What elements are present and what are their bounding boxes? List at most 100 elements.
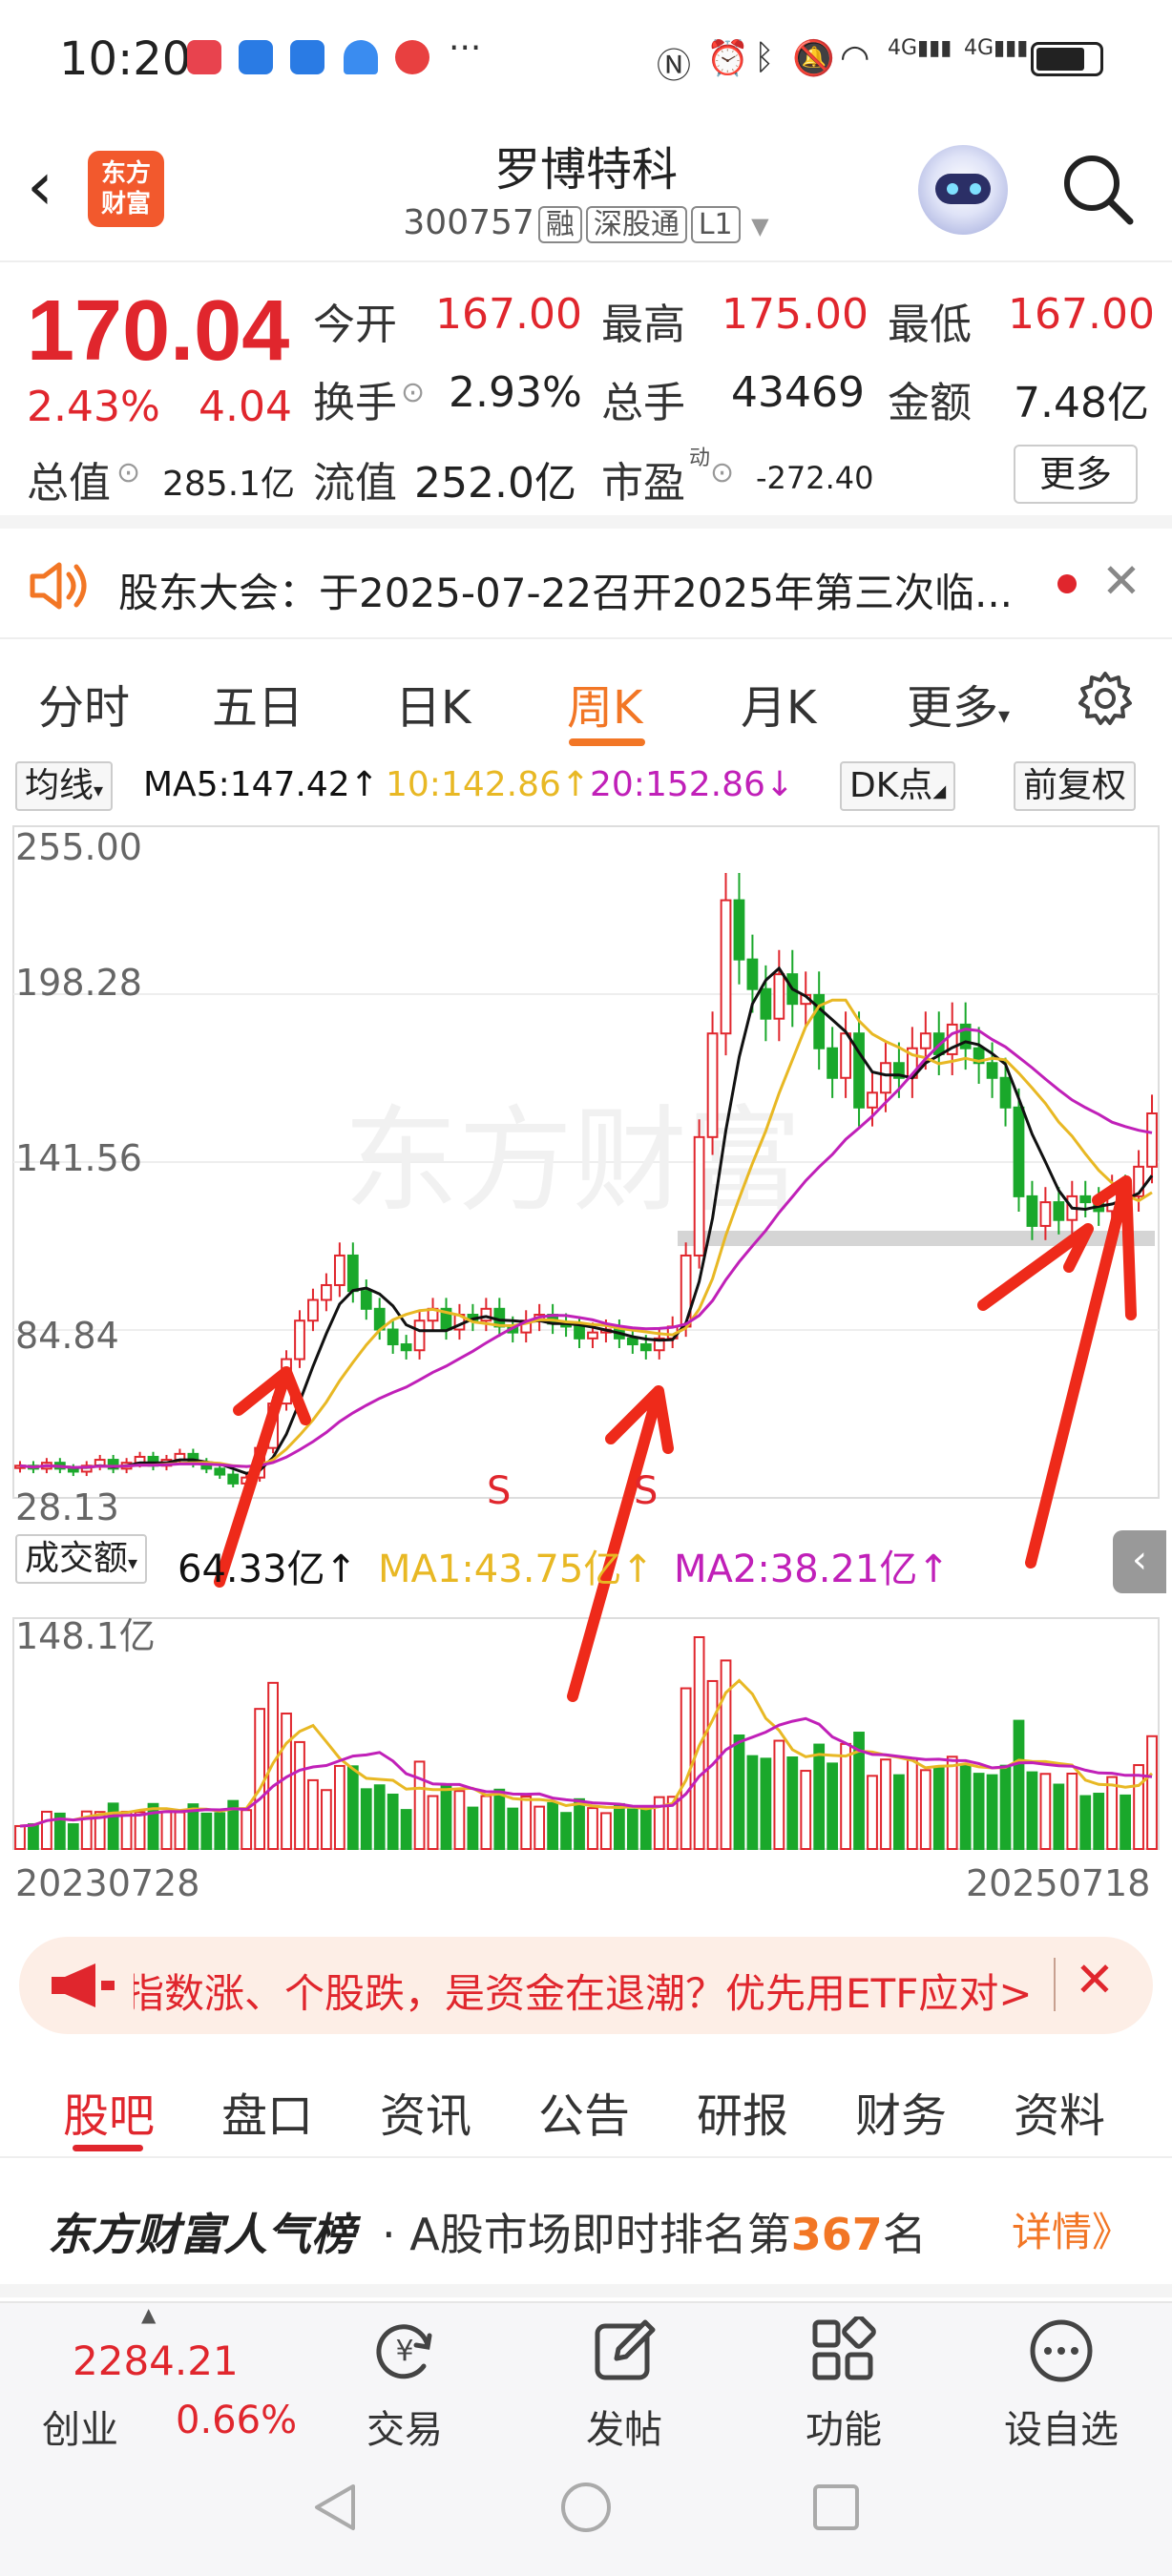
volume-label: 总手 xyxy=(601,379,685,427)
tab-weekly[interactable]: 周K xyxy=(567,670,642,737)
adjust-button[interactable]: 前复权 xyxy=(1014,761,1137,811)
ai-assistant-icon[interactable] xyxy=(918,145,1008,235)
volume-bar xyxy=(294,1740,305,1851)
banner-scroller: 指数涨、个股跌，是资金在退潮？优先用ETF应对> xyxy=(134,1937,1050,2034)
rank-detail-link[interactable]: 详情》 xyxy=(1012,2200,1132,2258)
kline-chart[interactable]: 东方财富 xyxy=(0,819,1172,1916)
function-grid-icon[interactable] xyxy=(809,2316,878,2385)
promo-banner[interactable]: 指数涨、个股跌，是资金在退潮？优先用ETF应对> ✕ xyxy=(19,1937,1153,2034)
nav-recents-icon[interactable] xyxy=(807,2479,865,2536)
volume-bar xyxy=(387,1793,399,1850)
volume-indicator-select[interactable]: 成交额▾ xyxy=(15,1534,148,1584)
index-value[interactable]: 2284.21 xyxy=(73,2337,239,2384)
tab-more[interactable]: 更多▾ xyxy=(907,670,1010,737)
candle-body xyxy=(773,973,785,1020)
candle-body xyxy=(1053,1201,1065,1221)
info-icon[interactable]: ⊙ xyxy=(401,376,425,409)
volume-bar xyxy=(400,1809,412,1851)
close-icon[interactable]: ✕ xyxy=(1101,553,1141,609)
watchlist-label[interactable]: 设自选 xyxy=(985,2399,1138,2454)
weibo-icon xyxy=(395,40,429,74)
volume-bar xyxy=(360,1788,372,1851)
popularity-rank[interactable]: 东方财富人气榜 · A股市场即时排名第367名 详情》 xyxy=(0,2160,1172,2297)
volume-bar xyxy=(1093,1793,1105,1851)
tab-research[interactable]: 研报 xyxy=(697,2078,788,2145)
candle-body xyxy=(227,1473,240,1485)
volume-bar xyxy=(241,1809,253,1851)
open-value: 167.00 xyxy=(435,290,582,339)
tab-monthly[interactable]: 月K xyxy=(741,670,816,737)
notice-bar[interactable]: 股东大会：于2025-07-22召开2025年第三次临... ✕ xyxy=(0,529,1172,639)
volume-bar xyxy=(800,1770,812,1850)
volume-bar xyxy=(1039,1773,1052,1851)
watermark: 东方财富 xyxy=(344,1095,802,1228)
low-label: 最低 xyxy=(888,301,972,349)
settings-icon[interactable] xyxy=(1077,670,1134,727)
high-value: 175.00 xyxy=(722,290,869,339)
post-label[interactable]: 发帖 xyxy=(548,2399,701,2454)
volume-bar xyxy=(959,1764,972,1851)
close-icon[interactable]: ✕ xyxy=(1075,1952,1115,2007)
status-time: 10:20 xyxy=(59,32,192,86)
collapse-panel-icon[interactable]: ‹ xyxy=(1113,1530,1166,1593)
volume-bar xyxy=(1120,1794,1131,1850)
add-watchlist-icon[interactable] xyxy=(1027,2316,1096,2385)
volume-bar xyxy=(813,1743,826,1850)
volume-bar xyxy=(773,1739,785,1851)
low-value: 167.00 xyxy=(1008,290,1155,339)
tab-five-day[interactable]: 五日 xyxy=(212,670,303,737)
y-tick-label: 28.13 xyxy=(15,1486,119,1528)
candle-body xyxy=(919,1032,931,1049)
volume-bar xyxy=(946,1755,958,1850)
volume-bar xyxy=(574,1797,585,1850)
active-tab-indicator xyxy=(569,738,645,746)
candle-body xyxy=(214,1467,226,1476)
section-tabs: 股吧 盘口 资讯 公告 研报 财务 资料 xyxy=(0,2053,1172,2158)
candle-body xyxy=(880,1062,891,1094)
high-label: 最高 xyxy=(601,301,685,349)
change-pct: 2.43% xyxy=(27,383,160,431)
nav-home-icon[interactable] xyxy=(557,2479,615,2536)
volume-bar xyxy=(893,1774,905,1851)
trade-label[interactable]: 交易 xyxy=(328,2399,481,2454)
volume-bar xyxy=(134,1811,146,1850)
amount-label: 金额 xyxy=(888,379,972,427)
candle-body xyxy=(827,1047,839,1079)
speaker-icon xyxy=(30,562,87,610)
candle-body xyxy=(387,1328,399,1346)
change-amount: 4.04 xyxy=(199,383,292,431)
nav-back-icon[interactable] xyxy=(307,2479,365,2536)
alarm-icon: ⏰ xyxy=(706,39,749,78)
stock-header: ‹ 东方 财富 罗博特科 300757 融深股通 L1 ▼ xyxy=(0,114,1172,262)
quote-panel: 170.04 2.43% 4.04 今开 167.00 最高 175.00 最低… xyxy=(0,263,1172,529)
more-quote-button[interactable]: 更多 xyxy=(1014,445,1138,504)
tab-news[interactable]: 资讯 xyxy=(380,2078,471,2145)
tab-pankou[interactable]: 盘口 xyxy=(221,2078,313,2145)
info-icon[interactable]: ⊙ xyxy=(710,456,734,489)
tab-finance[interactable]: 财务 xyxy=(855,2078,947,2145)
tab-guba[interactable]: 股吧 xyxy=(63,2078,155,2145)
ma5-value: MA5:147.42↑ xyxy=(143,765,379,804)
volume-bar xyxy=(880,1758,891,1850)
search-icon[interactable] xyxy=(1061,153,1134,225)
trade-icon[interactable]: ¥ xyxy=(370,2316,439,2385)
tab-announcements[interactable]: 公告 xyxy=(538,2078,630,2145)
candle-body xyxy=(333,1254,345,1286)
volume-bar xyxy=(467,1806,479,1851)
tab-intraday[interactable]: 分时 xyxy=(38,670,130,737)
info-icon[interactable]: ⊙ xyxy=(116,456,140,489)
ma-select[interactable]: 均线▾ xyxy=(15,761,114,811)
volume-bar xyxy=(440,1784,452,1851)
tab-daily[interactable]: 日K xyxy=(395,670,471,737)
volume-bar xyxy=(1053,1783,1065,1851)
date-start-label: 20230728 xyxy=(15,1862,200,1904)
vol-select-label: 成交额 xyxy=(25,1539,129,1578)
post-icon[interactable] xyxy=(590,2316,659,2385)
tab-profile[interactable]: 资料 xyxy=(1014,2078,1105,2145)
volume-bar xyxy=(147,1802,159,1850)
volume-bar xyxy=(1066,1772,1078,1851)
ma10-value: 10:142.86↑ xyxy=(386,765,591,804)
index-name[interactable]: 创业 xyxy=(42,2399,118,2454)
function-label[interactable]: 功能 xyxy=(767,2399,920,2454)
dk-point-button[interactable]: DK点◢ xyxy=(840,761,956,811)
